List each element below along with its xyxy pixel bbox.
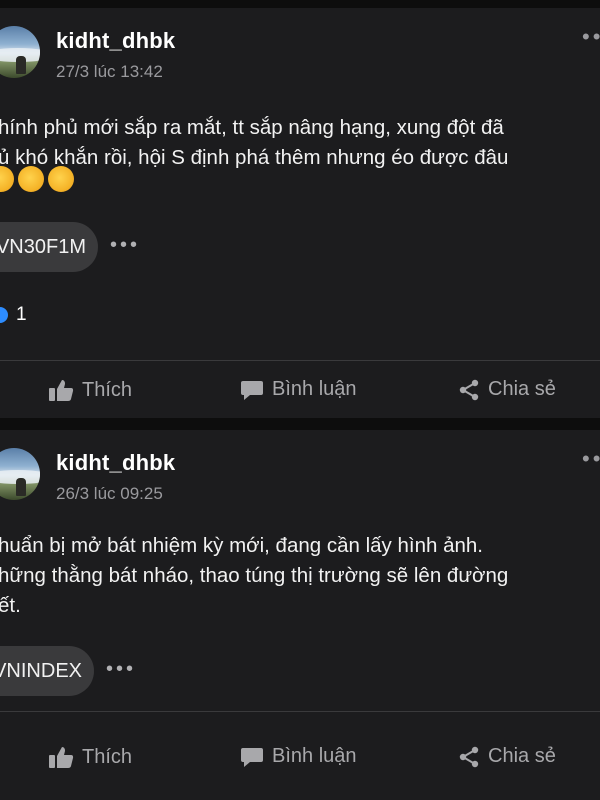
emoji-row bbox=[0, 163, 77, 195]
tag-more-icon[interactable]: ••• bbox=[106, 658, 136, 681]
comment-button[interactable]: Bình luận bbox=[240, 745, 357, 768]
reaction-summary[interactable]: 1 bbox=[0, 304, 27, 326]
post-card: kidht_dhbk 27/3 lúc 13:42 •• hính phủ mớ… bbox=[0, 8, 600, 418]
comment-icon bbox=[241, 380, 263, 400]
stock-tag-pill[interactable]: VN30F1M bbox=[0, 222, 98, 272]
comment-label: Bình luận bbox=[272, 378, 357, 400]
like-reaction-icon bbox=[0, 307, 8, 323]
share-button[interactable]: Chia sẻ bbox=[458, 378, 556, 401]
divider bbox=[0, 360, 600, 361]
post-text-line: ết. bbox=[0, 594, 21, 617]
post-text-line: hính phủ mới sắp ra mắt, tt sắp nâng hạn… bbox=[0, 116, 504, 139]
like-button[interactable]: Thích bbox=[48, 378, 132, 402]
post-timestamp: 27/3 lúc 13:42 bbox=[56, 62, 163, 81]
avatar[interactable] bbox=[0, 26, 40, 78]
thumbs-up-icon bbox=[49, 747, 74, 768]
sun-emoji-icon bbox=[15, 163, 47, 195]
stock-tag-pill[interactable]: VNINDEX bbox=[0, 646, 94, 696]
comment-button[interactable]: Bình luận bbox=[240, 378, 357, 401]
post-text-line: ủ khó khắn rồi, hội S định phá thêm nhưn… bbox=[0, 146, 509, 169]
share-icon bbox=[459, 379, 479, 400]
like-button[interactable]: Thích bbox=[48, 745, 132, 769]
post-card: kidht_dhbk 26/3 lúc 09:25 •• huẩn bị mở … bbox=[0, 430, 600, 800]
like-label: Thích bbox=[82, 745, 133, 768]
share-label: Chia sẻ bbox=[488, 745, 556, 767]
share-button[interactable]: Chia sẻ bbox=[458, 745, 556, 768]
more-options-icon[interactable]: •• bbox=[582, 446, 600, 472]
author-name[interactable]: kidht_dhbk bbox=[56, 450, 175, 476]
more-options-icon[interactable]: •• bbox=[582, 24, 600, 50]
avatar[interactable] bbox=[0, 448, 40, 500]
post-text-line: hững thằng bát nháo, thao túng thị trườn… bbox=[0, 564, 509, 587]
author-name[interactable]: kidht_dhbk bbox=[56, 28, 175, 54]
post-timestamp: 26/3 lúc 09:25 bbox=[56, 484, 163, 503]
tag-more-icon[interactable]: ••• bbox=[110, 234, 140, 257]
share-icon bbox=[459, 746, 479, 767]
divider bbox=[0, 711, 600, 712]
post-text-line: huẩn bị mở bát nhiệm kỳ mới, đang cần lấ… bbox=[0, 534, 483, 557]
comment-icon bbox=[241, 747, 263, 767]
thumbs-up-icon bbox=[49, 380, 74, 401]
sun-emoji-icon bbox=[45, 163, 77, 195]
like-label: Thích bbox=[82, 378, 133, 401]
comment-label: Bình luận bbox=[272, 745, 357, 767]
reaction-count: 1 bbox=[16, 304, 27, 325]
share-label: Chia sẻ bbox=[488, 378, 556, 400]
sun-emoji-icon bbox=[0, 163, 17, 195]
